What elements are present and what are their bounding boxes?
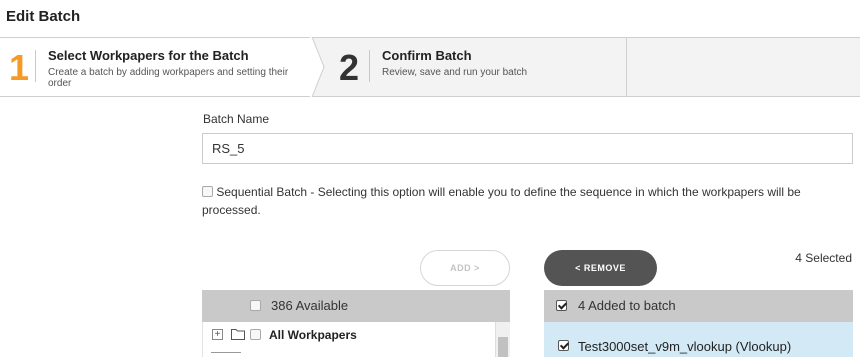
step-arrow bbox=[310, 37, 325, 97]
workpaper-tree: + All Workpapers bbox=[202, 322, 510, 357]
remove-button[interactable]: < REMOVE bbox=[544, 250, 657, 286]
page-title: Edit Batch bbox=[6, 8, 81, 25]
step-1-divider bbox=[35, 50, 36, 82]
tree-scrollbar[interactable] bbox=[495, 322, 510, 357]
batch-name-input[interactable] bbox=[202, 133, 853, 164]
tree-item-checkbox[interactable] bbox=[250, 329, 261, 340]
step-2-divider bbox=[369, 50, 370, 82]
step-1-title: Select Workpapers for the Batch bbox=[48, 48, 249, 63]
selected-count: 4 Selected bbox=[795, 251, 852, 265]
added-select-all-checkbox[interactable] bbox=[556, 300, 567, 311]
tree-item-label: All Workpapers bbox=[269, 328, 357, 342]
scrollbar-thumb[interactable] bbox=[498, 337, 508, 357]
added-list-item[interactable]: Test3000set_v9m_vlookup (Vlookup) bbox=[544, 322, 853, 357]
wizard-step-1[interactable]: 1 Select Workpapers for the Batch Create… bbox=[0, 38, 312, 96]
sequential-batch-label: Sequential Batch - Selecting this option… bbox=[202, 185, 801, 217]
available-panel-header: 386 Available bbox=[202, 290, 510, 322]
available-select-all-checkbox[interactable] bbox=[250, 300, 261, 311]
step-2-number: 2 bbox=[339, 47, 360, 88]
expand-icon[interactable]: + bbox=[212, 329, 223, 340]
step-2-description: Review, save and run your batch bbox=[382, 67, 528, 78]
folder-icon bbox=[231, 329, 245, 340]
wizard-steps: 1 Select Workpapers for the Batch Create… bbox=[0, 37, 860, 97]
added-item-checkbox[interactable] bbox=[558, 340, 569, 351]
wizard-end-divider bbox=[626, 38, 627, 96]
tree-row-partial bbox=[211, 352, 241, 357]
add-button[interactable]: ADD > bbox=[420, 250, 510, 286]
batch-name-label: Batch Name bbox=[203, 112, 270, 126]
available-count: 386 Available bbox=[271, 298, 349, 313]
step-1-number: 1 bbox=[9, 47, 30, 88]
sequential-batch-option: Sequential Batch - Selecting this option… bbox=[202, 183, 842, 219]
sequential-batch-checkbox[interactable] bbox=[202, 186, 213, 197]
added-count: 4 Added to batch bbox=[578, 298, 676, 313]
step-2-title: Confirm Batch bbox=[382, 48, 472, 63]
step-1-description: Create a batch by adding workpapers and … bbox=[48, 67, 289, 89]
added-item-label: Test3000set_v9m_vlookup (Vlookup) bbox=[578, 339, 792, 354]
added-panel-header: 4 Added to batch bbox=[544, 290, 853, 322]
